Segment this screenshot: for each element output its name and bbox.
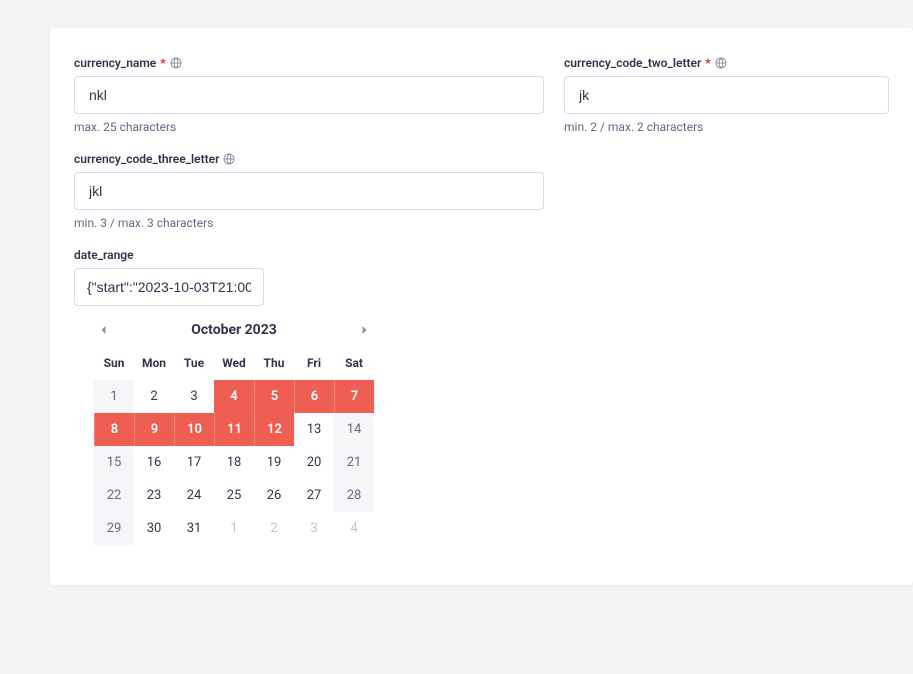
calendar-dow: Mon bbox=[134, 350, 174, 380]
label-text: currency_code_three_letter bbox=[74, 152, 219, 166]
calendar-day[interactable]: 30 bbox=[134, 512, 174, 545]
calendar-dow: Sun bbox=[94, 350, 134, 380]
calendar-day[interactable]: 27 bbox=[294, 479, 334, 512]
calendar-dow: Fri bbox=[294, 350, 334, 380]
label-date-range: date_range bbox=[74, 248, 889, 262]
globe-icon bbox=[223, 153, 235, 165]
calendar-day[interactable]: 23 bbox=[134, 479, 174, 512]
calendar-day[interactable]: 11 bbox=[214, 413, 254, 446]
calendar-day[interactable]: 10 bbox=[174, 413, 214, 446]
field-currency-code-three-letter: currency_code_three_letter min. 3 / max.… bbox=[74, 152, 544, 230]
help-currency-code-two-letter: min. 2 / max. 2 characters bbox=[564, 120, 889, 134]
globe-icon bbox=[170, 57, 182, 69]
input-currency-name[interactable] bbox=[74, 76, 544, 114]
form-row-2: currency_code_three_letter min. 3 / max.… bbox=[74, 152, 889, 230]
field-date-range: date_range October 2023 SunMonTueWedThuF… bbox=[74, 248, 889, 545]
calendar-day[interactable]: 1 bbox=[214, 512, 254, 545]
calendar-day[interactable]: 3 bbox=[294, 512, 334, 545]
calendar-grid: SunMonTueWedThuFriSat1234567891011121314… bbox=[94, 350, 374, 545]
calendar-day[interactable]: 9 bbox=[134, 413, 174, 446]
label-currency-code-two-letter: currency_code_two_letter * bbox=[564, 56, 889, 70]
calendar-day[interactable]: 7 bbox=[334, 380, 374, 413]
calendar-dow: Sat bbox=[334, 350, 374, 380]
field-currency-name: currency_name * max. 25 characters bbox=[74, 56, 544, 134]
calendar-day[interactable]: 24 bbox=[174, 479, 214, 512]
calendar-day[interactable]: 5 bbox=[254, 380, 294, 413]
calendar-dow: Tue bbox=[174, 350, 214, 380]
calendar-day[interactable]: 15 bbox=[94, 446, 134, 479]
calendar-day[interactable]: 8 bbox=[94, 413, 134, 446]
calendar-day[interactable]: 12 bbox=[254, 413, 294, 446]
label-currency-name: currency_name * bbox=[74, 56, 544, 70]
calendar-day[interactable]: 29 bbox=[94, 512, 134, 545]
calendar-day[interactable]: 1 bbox=[94, 380, 134, 413]
calendar-day[interactable]: 14 bbox=[334, 413, 374, 446]
label-text: currency_code_two_letter bbox=[564, 56, 701, 70]
calendar-day[interactable]: 4 bbox=[214, 380, 254, 413]
calendar-day[interactable]: 28 bbox=[334, 479, 374, 512]
required-mark: * bbox=[705, 56, 710, 70]
globe-icon bbox=[715, 57, 727, 69]
calendar-day[interactable]: 3 bbox=[174, 380, 214, 413]
calendar: October 2023 SunMonTueWedThuFriSat123456… bbox=[94, 320, 374, 545]
calendar-title: October 2023 bbox=[114, 322, 354, 338]
help-currency-name: max. 25 characters bbox=[74, 120, 544, 134]
calendar-day[interactable]: 2 bbox=[134, 380, 174, 413]
field-currency-code-two-letter: currency_code_two_letter * min. 2 / max. … bbox=[564, 56, 889, 134]
form-row-1: currency_name * max. 25 characters curren… bbox=[74, 56, 889, 134]
calendar-day[interactable]: 17 bbox=[174, 446, 214, 479]
calendar-day[interactable]: 25 bbox=[214, 479, 254, 512]
calendar-day[interactable]: 21 bbox=[334, 446, 374, 479]
label-currency-code-three-letter: currency_code_three_letter bbox=[74, 152, 544, 166]
calendar-day[interactable]: 31 bbox=[174, 512, 214, 545]
calendar-day[interactable]: 2 bbox=[254, 512, 294, 545]
calendar-day[interactable]: 19 bbox=[254, 446, 294, 479]
calendar-header: October 2023 bbox=[94, 320, 374, 340]
calendar-day[interactable]: 26 bbox=[254, 479, 294, 512]
calendar-day[interactable]: 6 bbox=[294, 380, 334, 413]
calendar-next-button[interactable] bbox=[354, 320, 374, 340]
calendar-day[interactable]: 22 bbox=[94, 479, 134, 512]
input-currency-code-three-letter[interactable] bbox=[74, 172, 544, 210]
calendar-day[interactable]: 20 bbox=[294, 446, 334, 479]
calendar-dow: Wed bbox=[214, 350, 254, 380]
help-currency-code-three-letter: min. 3 / max. 3 characters bbox=[74, 216, 544, 230]
label-text: currency_name bbox=[74, 56, 156, 70]
calendar-day[interactable]: 18 bbox=[214, 446, 254, 479]
calendar-day[interactable]: 13 bbox=[294, 413, 334, 446]
input-date-range[interactable] bbox=[74, 268, 264, 306]
input-currency-code-two-letter[interactable] bbox=[564, 76, 889, 114]
calendar-prev-button[interactable] bbox=[94, 320, 114, 340]
calendar-day[interactable]: 16 bbox=[134, 446, 174, 479]
required-mark: * bbox=[160, 56, 165, 70]
calendar-dow: Thu bbox=[254, 350, 294, 380]
calendar-day[interactable]: 4 bbox=[334, 512, 374, 545]
form-card: currency_name * max. 25 characters curren… bbox=[50, 28, 913, 585]
